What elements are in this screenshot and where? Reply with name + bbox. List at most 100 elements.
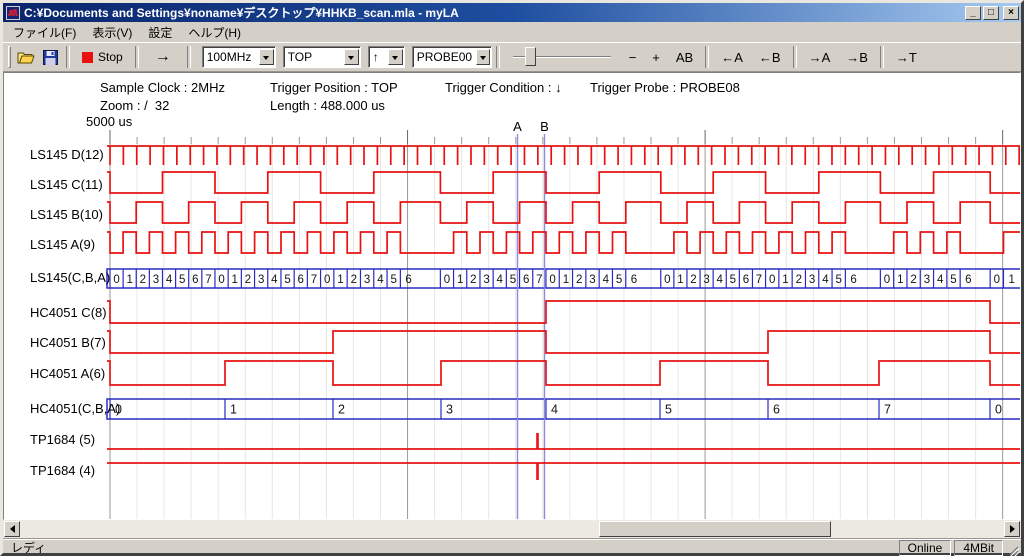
svg-text:2: 2	[796, 274, 802, 286]
svg-text:0: 0	[769, 274, 775, 286]
svg-text:3: 3	[446, 403, 453, 417]
resize-grip-icon[interactable]	[1006, 543, 1019, 556]
channel-label-ls145-bus: LS145(C,B,A)	[30, 270, 110, 285]
dropdown-arrow-icon	[263, 56, 269, 63]
zoom-slider-thumb[interactable]	[525, 47, 536, 66]
dropdown-arrow-icon	[348, 56, 354, 63]
status-bar: レディ Online 4MBit	[3, 538, 1021, 556]
zoom-ab-button[interactable]: AB	[670, 48, 699, 67]
scrollbar-thumb[interactable]	[599, 521, 831, 537]
svg-text:0: 0	[664, 274, 670, 286]
goto-marker-b-button[interactable]: ←B	[753, 48, 787, 67]
status-online-badge: Online	[899, 540, 952, 556]
svg-text:6: 6	[743, 274, 749, 286]
waveform-svg[interactable]: 0123456701234567012345601234567012345601…	[4, 73, 1020, 519]
trigger-probe-dropdown[interactable]	[476, 49, 490, 65]
svg-text:3: 3	[258, 274, 264, 286]
channel-label-ls145-c: LS145 C(11)	[30, 177, 103, 192]
scroll-right-button[interactable]	[1004, 521, 1020, 537]
toolbar-separator	[793, 46, 797, 68]
waveform-panel: 0123456701234567012345601234567012345601…	[3, 72, 1021, 520]
trigger-edge-dropdown[interactable]	[388, 49, 403, 65]
goto-marker-a-button[interactable]: ←A	[715, 48, 749, 67]
svg-text:2: 2	[338, 403, 345, 417]
toolbar-grip[interactable]	[8, 46, 11, 68]
trigger-position-value: TOP	[284, 50, 316, 64]
svg-text:2: 2	[690, 274, 696, 286]
svg-text:7: 7	[536, 274, 542, 286]
open-file-button[interactable]	[14, 46, 38, 68]
sample-rate-value: 100MHz	[203, 50, 256, 64]
scroll-right-icon	[1010, 525, 1019, 533]
zoom-in-button[interactable]: +	[646, 48, 666, 67]
close-icon: ×	[1008, 7, 1014, 18]
maximize-button[interactable]: □	[983, 6, 999, 20]
svg-text:4: 4	[717, 274, 724, 286]
close-button[interactable]: ×	[1003, 6, 1019, 20]
svg-text:5: 5	[950, 274, 956, 286]
info-trigger-position: Trigger Position : TOP	[270, 80, 398, 95]
svg-text:4: 4	[497, 274, 504, 286]
run-arrow-icon: →	[155, 48, 171, 65]
menu-view[interactable]: 表示(V)	[84, 22, 140, 43]
svg-text:0: 0	[218, 274, 224, 286]
svg-text:6: 6	[523, 274, 529, 286]
svg-text:5: 5	[284, 274, 290, 286]
dropdown-arrow-icon	[480, 56, 486, 63]
svg-text:7: 7	[756, 274, 762, 286]
svg-text:1: 1	[230, 403, 237, 417]
scroll-left-button[interactable]	[4, 521, 20, 537]
title-bar[interactable]: C:¥Documents and Settings¥noname¥デスクトップ¥…	[3, 3, 1021, 22]
svg-text:1: 1	[232, 274, 238, 286]
menu-file[interactable]: ファイル(F)	[5, 22, 84, 43]
svg-text:5: 5	[391, 274, 397, 286]
svg-text:1: 1	[1008, 274, 1014, 286]
toolbar-separator	[66, 46, 70, 68]
zoom-out-button[interactable]: −	[623, 48, 643, 67]
toolbar-separator	[135, 46, 139, 68]
svg-text:1: 1	[126, 274, 132, 286]
info-length: Length : 488.000 us	[270, 98, 385, 113]
goto-trigger-button[interactable]: →T	[890, 48, 923, 67]
svg-text:2: 2	[576, 274, 582, 286]
app-icon	[6, 6, 20, 20]
trigger-probe-combo[interactable]: PROBE00	[412, 46, 492, 68]
svg-text:0: 0	[113, 274, 119, 286]
svg-text:6: 6	[405, 274, 411, 286]
svg-text:3: 3	[924, 274, 930, 286]
svg-text:0: 0	[324, 274, 330, 286]
toolbar-separator	[880, 46, 884, 68]
set-marker-a-button[interactable]: →A	[803, 48, 837, 67]
status-ready: レディ	[5, 539, 896, 556]
channel-label-ls145-b: LS145 B(10)	[30, 207, 103, 222]
set-marker-b-button[interactable]: →B	[840, 48, 874, 67]
svg-text:2: 2	[470, 274, 476, 286]
save-button[interactable]	[38, 46, 62, 68]
menu-settings[interactable]: 設定	[140, 22, 180, 43]
svg-text:4: 4	[603, 274, 610, 286]
zoom-slider[interactable]	[513, 46, 611, 68]
trigger-position-combo[interactable]: TOP	[283, 46, 361, 68]
run-button[interactable]: →	[143, 48, 183, 66]
dropdown-arrow-icon	[392, 56, 398, 63]
marker-b-label[interactable]: B	[536, 119, 554, 134]
trigger-position-dropdown[interactable]	[344, 49, 359, 65]
sample-rate-dropdown[interactable]	[259, 49, 274, 65]
horizontal-scrollbar[interactable]	[3, 520, 1021, 538]
sample-rate-combo[interactable]: 100MHz	[202, 46, 276, 68]
menu-help[interactable]: ヘルプ(H)	[180, 22, 249, 43]
minimize-icon: _	[970, 7, 976, 18]
svg-text:6: 6	[965, 274, 971, 286]
minimize-button[interactable]: _	[965, 6, 981, 20]
info-trigger-probe: Trigger Probe : PROBE08	[590, 80, 740, 95]
svg-text:6: 6	[773, 403, 780, 417]
svg-text:5: 5	[836, 274, 842, 286]
trigger-edge-combo[interactable]: ↑	[368, 46, 405, 68]
svg-text:5: 5	[616, 274, 622, 286]
svg-text:4: 4	[271, 274, 278, 286]
channel-label-tp1684-4: TP1684 (4)	[30, 463, 95, 478]
stop-button[interactable]: Stop	[74, 46, 131, 68]
folder-open-icon	[17, 50, 35, 64]
marker-a-label[interactable]: A	[509, 119, 527, 134]
svg-text:3: 3	[589, 274, 595, 286]
